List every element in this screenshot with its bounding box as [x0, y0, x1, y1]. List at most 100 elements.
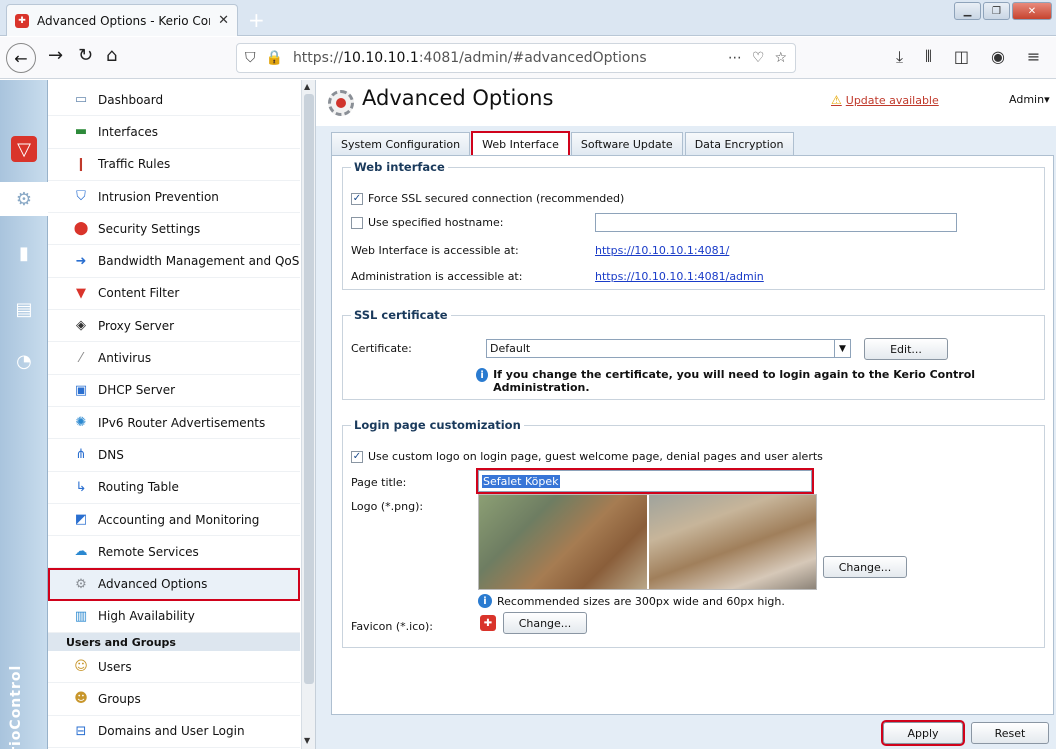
sidebar-item-groups[interactable]: ☻ Groups	[48, 683, 300, 716]
monitor-icon: ▣	[74, 382, 88, 398]
admin-access-link[interactable]: https://10.10.10.1:4081/admin	[595, 270, 764, 283]
arrow-icon: ➜	[75, 253, 87, 269]
home-icon[interactable]: ⌂	[106, 45, 117, 66]
tab-close-icon[interactable]: ✕	[218, 13, 229, 28]
app-rail: ▽ ⚙ ▮ ▤ ◔ KerioControl	[0, 80, 48, 749]
maximize-icon[interactable]: ❐	[983, 2, 1010, 20]
tab-title: Advanced Options - Kerio Cont	[37, 13, 211, 28]
tab-system-configuration[interactable]: System Configuration	[331, 132, 471, 156]
forward-icon[interactable]: →	[48, 45, 63, 66]
new-tab-icon[interactable]: +	[248, 8, 265, 32]
proxy-icon: ◈	[76, 318, 86, 334]
filter-icon: ▼	[76, 285, 86, 301]
change-logo-button[interactable]: Change...	[823, 556, 907, 578]
certificate-select[interactable]: Default ▼	[486, 339, 851, 358]
sidebar-item-dashboard[interactable]: ▭ Dashboard	[48, 84, 300, 117]
pocket-icon[interactable]: ♡	[752, 50, 765, 66]
tab-web-interface[interactable]: Web Interface	[471, 131, 570, 157]
warning-icon: ⚠	[831, 93, 842, 107]
chevron-down-icon[interactable]: ▼	[834, 340, 850, 357]
reset-button[interactable]: Reset	[971, 722, 1049, 744]
bookmark-star-icon[interactable]: ☆	[774, 50, 787, 66]
certificate-note-row: i If you change the certificate, you wil…	[476, 368, 996, 394]
lock-warning-icon[interactable]: 🔒	[266, 50, 283, 66]
minimize-icon[interactable]: ▁	[954, 2, 981, 20]
close-window-icon[interactable]: ✕	[1012, 2, 1052, 20]
url-bar[interactable]: ⛉ 🔒 https://10.10.10.1:4081/admin/#advan…	[236, 43, 796, 73]
library-icon[interactable]: ⫴	[925, 47, 932, 67]
shield-icon[interactable]: ⛉	[245, 50, 256, 66]
sidebar-item-label: Intrusion Prevention	[98, 189, 219, 204]
scroll-down-icon[interactable]: ▼	[304, 736, 310, 745]
sidebar-item-intrusion-prevention[interactable]: ⛉ Intrusion Prevention	[48, 181, 300, 214]
reload-icon[interactable]: ↻	[78, 45, 93, 66]
more-icon[interactable]: ⋯	[728, 50, 742, 66]
sidebar-item-label: Bandwidth Management and QoS	[98, 254, 300, 269]
sidebar-item-dhcp-server[interactable]: ▣ DHCP Server	[48, 375, 300, 407]
change-favicon-button[interactable]: Change...	[503, 612, 587, 634]
update-available-link[interactable]: ⚠ Update available	[831, 93, 939, 107]
window-controls: ▁ ❐ ✕	[954, 2, 1052, 20]
accounting-icon: ◩	[74, 512, 88, 527]
sidebar-item-label: Proxy Server	[98, 318, 175, 333]
tab-bar: System Configuration Web Interface Softw…	[331, 131, 794, 157]
sidebar-item-users[interactable]: ☺ Users	[48, 651, 300, 684]
menu-icon[interactable]: ≡	[1027, 47, 1040, 67]
status-pie-icon[interactable]: ◔	[6, 344, 42, 378]
ssl-certificate-group: SSL certificate Certificate: Default ▼ E…	[342, 308, 1045, 400]
sidebar-item-interfaces[interactable]: ▬ Interfaces	[48, 116, 300, 149]
account-icon[interactable]: ◉	[991, 47, 1005, 67]
sidebar-list: ▭ Dashboard ▬ Interfaces ❙ Traffic Rules ⛉ Intr…	[48, 84, 300, 748]
sidebar-item-antivirus[interactable]: ⁄ Antivirus	[48, 342, 300, 375]
url-text[interactable]: https://10.10.10.1:4081/admin/#advancedO…	[293, 50, 718, 66]
sidebar-scrollbar[interactable]: ▲ ▼	[301, 80, 315, 749]
sidebar-item-ipv6-router-advertisements[interactable]: ✺ IPv6 Router Advertisements	[48, 407, 300, 440]
sidebar-item-routing-table[interactable]: ↳ Routing Table	[48, 472, 300, 504]
admin-access-link-row: https://10.10.10.1:4081/admin	[595, 270, 764, 283]
page-title-input[interactable]: Sefalet Köpek	[476, 468, 814, 494]
web-access-link[interactable]: https://10.10.10.1:4081/	[595, 244, 729, 257]
sidebar-item-dns[interactable]: ⋔ DNS	[48, 439, 300, 472]
sidebar-item-accounting-and-monitoring[interactable]: ◩ Accounting and Monitoring	[48, 504, 300, 537]
sidebar-item-label: DHCP Server	[98, 383, 176, 398]
use-hostname-checkbox[interactable]	[351, 216, 363, 229]
sidebar-item-traffic-rules[interactable]: ❙ Traffic Rules	[48, 149, 300, 181]
browser-tools: ⤓ ⫴ ◫ ◉ ≡	[896, 47, 1040, 67]
use-hostname-label: Use specified hostname:	[368, 216, 504, 229]
page-title-label: Page title:	[351, 476, 407, 489]
download-icon[interactable]: ⤓	[896, 47, 903, 67]
admin-menu[interactable]: Admin▾	[1009, 93, 1050, 106]
sidebar-item-domains-and-user-login[interactable]: ⊟ Domains and User Login	[48, 716, 300, 748]
web-interface-panel: Web interface ✓ Force SSL secured connec…	[331, 155, 1054, 715]
routing-icon: ↳	[75, 479, 87, 495]
hostname-input[interactable]	[595, 213, 957, 232]
custom-logo-checkbox[interactable]: ✓	[351, 450, 363, 463]
sidebar-item-label: Remote Services	[98, 544, 199, 559]
tab-software-update[interactable]: Software Update	[570, 132, 683, 156]
tab-data-encryption[interactable]: Data Encryption	[684, 132, 794, 156]
scroll-up-icon[interactable]: ▲	[304, 82, 310, 91]
sidebar-item-bandwidth-management-and-qos[interactable]: ➜ Bandwidth Management and QoS	[48, 245, 300, 278]
force-ssl-checkbox[interactable]: ✓	[351, 192, 363, 205]
firewall-icon[interactable]: ▽	[11, 136, 37, 162]
back-icon[interactable]: ←	[6, 43, 36, 73]
sidebar-item-advanced-options[interactable]: ⚙ Advanced Options	[48, 568, 300, 601]
scroll-thumb[interactable]	[304, 94, 314, 684]
statistics-icon[interactable]: ▮	[6, 236, 42, 270]
apply-button[interactable]: Apply	[881, 720, 965, 746]
sidebar-item-content-filter[interactable]: ▼ Content Filter	[48, 278, 300, 311]
edit-certificate-button[interactable]: Edit...	[864, 338, 948, 360]
sidebar-toggle-icon[interactable]: ◫	[954, 47, 969, 67]
logs-icon[interactable]: ▤	[6, 292, 42, 326]
sidebar-item-label: Users	[98, 659, 132, 674]
sidebar-item-security-settings[interactable]: ⬤ Security Settings	[48, 213, 300, 246]
certificate-value: Default	[490, 342, 531, 355]
sidebar-item-proxy-server[interactable]: ◈ Proxy Server	[48, 310, 300, 343]
chart-icon: ▭	[74, 92, 88, 108]
browser-tab[interactable]: ✚ Advanced Options - Kerio Cont ✕	[6, 4, 238, 36]
favicon-preview-icon: ✚	[480, 615, 496, 631]
sidebar-item-remote-services[interactable]: ☁ Remote Services	[48, 536, 300, 569]
web-access-label: Web Interface is accessible at:	[351, 244, 519, 257]
sidebar-item-high-availability[interactable]: ▥ High Availability	[48, 601, 300, 634]
configuration-gear-icon[interactable]: ⚙	[0, 182, 48, 216]
